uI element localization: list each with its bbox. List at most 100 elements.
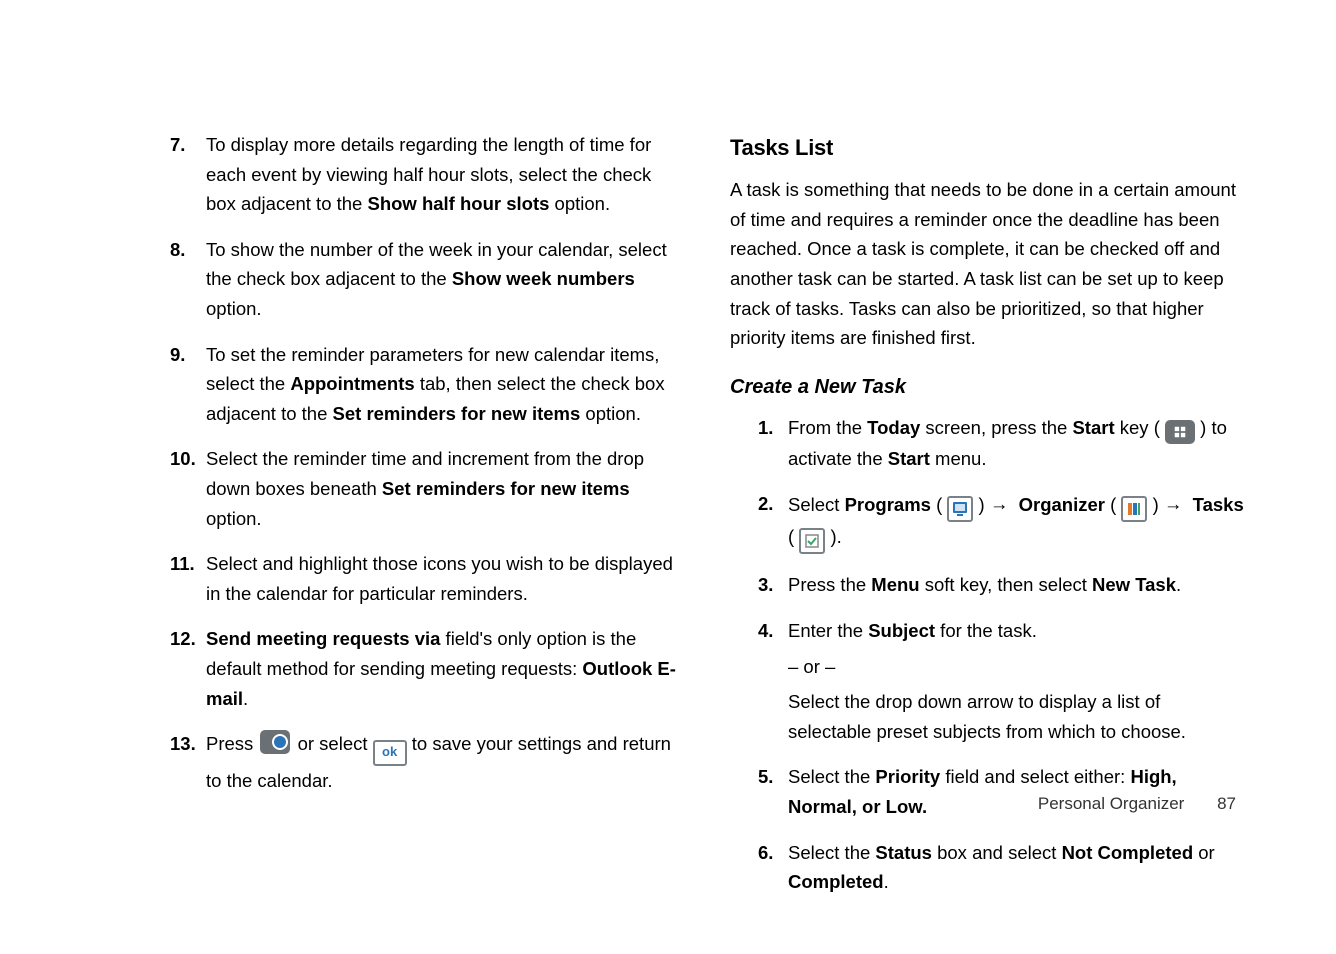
- item-number: 3.: [758, 570, 788, 600]
- list-item: 1. From the Today screen, press the Star…: [758, 413, 1246, 474]
- item-content: Press or select ok to save your settings…: [206, 729, 680, 795]
- list-item: 4. Enter the Subject for the task. – or …: [758, 616, 1246, 746]
- bold: Menu: [871, 574, 919, 595]
- item-number: 12.: [170, 624, 206, 654]
- page-content: 7. To display more details regarding the…: [0, 0, 1336, 913]
- text: Enter the: [788, 620, 868, 641]
- bold: Start: [888, 448, 930, 469]
- text: screen, press the: [920, 417, 1072, 438]
- text: for the task.: [935, 620, 1037, 641]
- organizer-icon: [1121, 496, 1147, 522]
- item-content: To show the number of the week in your c…: [206, 235, 680, 324]
- text: From the: [788, 417, 867, 438]
- list-item: 6. Select the Status box and select Not …: [758, 838, 1246, 897]
- list-item: 11. Select and highlight those icons you…: [170, 549, 680, 608]
- list-item: 12. Send meeting requests via field's on…: [170, 624, 680, 713]
- item-content: Select Programs ( ) → Organizer ( ) → Ta…: [788, 489, 1246, 554]
- item-content: To set the reminder parameters for new c…: [206, 340, 680, 429]
- item-number: 2.: [758, 489, 788, 519]
- text: option.: [206, 508, 262, 529]
- item-content: Enter the Subject for the task. – or – S…: [788, 616, 1246, 746]
- page-footer: Personal Organizer 87: [1038, 794, 1236, 814]
- text: Select the: [788, 842, 875, 863]
- bold: Today: [867, 417, 920, 438]
- bold: Send meeting requests via: [206, 628, 440, 649]
- text: (: [1105, 494, 1121, 515]
- section-heading: Tasks List: [730, 130, 1246, 165]
- text: or: [1193, 842, 1215, 863]
- list-item: 10. Select the reminder time and increme…: [170, 444, 680, 533]
- item-number: 1.: [758, 413, 788, 443]
- item-number: 7.: [170, 130, 206, 160]
- sub-text: Select the drop down arrow to display a …: [788, 687, 1246, 746]
- text: (: [931, 494, 947, 515]
- bold: Show week numbers: [452, 268, 635, 289]
- item-number: 8.: [170, 235, 206, 265]
- item-number: 9.: [170, 340, 206, 370]
- bold: Subject: [868, 620, 935, 641]
- item-content: From the Today screen, press the Start k…: [788, 413, 1246, 474]
- bold: Not Completed: [1062, 842, 1194, 863]
- text: Select: [788, 494, 845, 515]
- item-content: Select and highlight those icons you wis…: [206, 549, 680, 608]
- list-item: 7. To display more details regarding the…: [170, 130, 680, 219]
- bold: Appointments: [290, 373, 414, 394]
- item-content: Send meeting requests via field's only o…: [206, 624, 680, 713]
- bold: Completed: [788, 871, 884, 892]
- text: .: [1176, 574, 1181, 595]
- subsection-heading: Create a New Task: [730, 371, 1246, 403]
- bold: Start: [1072, 417, 1114, 438]
- ok-key-icon: [260, 730, 290, 754]
- list-item: 8. To show the number of the week in you…: [170, 235, 680, 324]
- list-item: 13. Press or select ok to save your sett…: [170, 729, 680, 795]
- text: .: [884, 871, 889, 892]
- item-number: 10.: [170, 444, 206, 474]
- item-number: 5.: [758, 762, 788, 792]
- footer-section: Personal Organizer: [1038, 794, 1184, 813]
- item-number: 4.: [758, 616, 788, 646]
- text: soft key, then select: [920, 574, 1092, 595]
- bold: Organizer: [1019, 494, 1105, 515]
- text: option.: [549, 193, 610, 214]
- text: .: [243, 688, 248, 709]
- left-column: 7. To display more details regarding the…: [170, 130, 680, 913]
- text: Press: [206, 733, 258, 754]
- ok-button-icon: ok: [373, 740, 407, 766]
- item-content: Select the reminder time and increment f…: [206, 444, 680, 533]
- programs-icon: [947, 496, 973, 522]
- bold: Priority: [875, 766, 940, 787]
- text: menu.: [930, 448, 987, 469]
- text: ).: [830, 526, 841, 547]
- item-number: 6.: [758, 838, 788, 868]
- list-item: 3. Press the Menu soft key, then select …: [758, 570, 1246, 600]
- text: (: [788, 526, 799, 547]
- or-divider: – or –: [788, 652, 1246, 682]
- text: option.: [580, 403, 641, 424]
- bold: Show half hour slots: [367, 193, 549, 214]
- bold: Set reminders for new items: [382, 478, 630, 499]
- text: ): [1153, 494, 1164, 515]
- text: or select: [298, 733, 373, 754]
- section-paragraph: A task is something that needs to be don…: [730, 175, 1246, 353]
- item-content: Press the Menu soft key, then select New…: [788, 570, 1246, 600]
- left-list: 7. To display more details regarding the…: [170, 130, 680, 795]
- right-list: 1. From the Today screen, press the Star…: [730, 413, 1246, 897]
- item-number: 13.: [170, 729, 206, 759]
- bold: Tasks: [1193, 494, 1244, 515]
- bold: Programs: [845, 494, 931, 515]
- page-number: 87: [1217, 794, 1236, 813]
- item-content: Select the Status box and select Not Com…: [788, 838, 1246, 897]
- text: field and select either:: [940, 766, 1130, 787]
- list-item: 9. To set the reminder parameters for ne…: [170, 340, 680, 429]
- bold: Set reminders for new items: [333, 403, 581, 424]
- text: Press the: [788, 574, 871, 595]
- windows-flag-icon: [1165, 420, 1195, 444]
- text: ): [979, 494, 990, 515]
- text: key (: [1115, 417, 1165, 438]
- text: option.: [206, 298, 262, 319]
- list-item: 2. Select Programs ( ) → Organizer ( ) →…: [758, 489, 1246, 554]
- arrow-icon: →: [990, 493, 1009, 514]
- item-number: 11.: [170, 549, 206, 579]
- tasks-icon: [799, 528, 825, 554]
- text: box and select: [932, 842, 1062, 863]
